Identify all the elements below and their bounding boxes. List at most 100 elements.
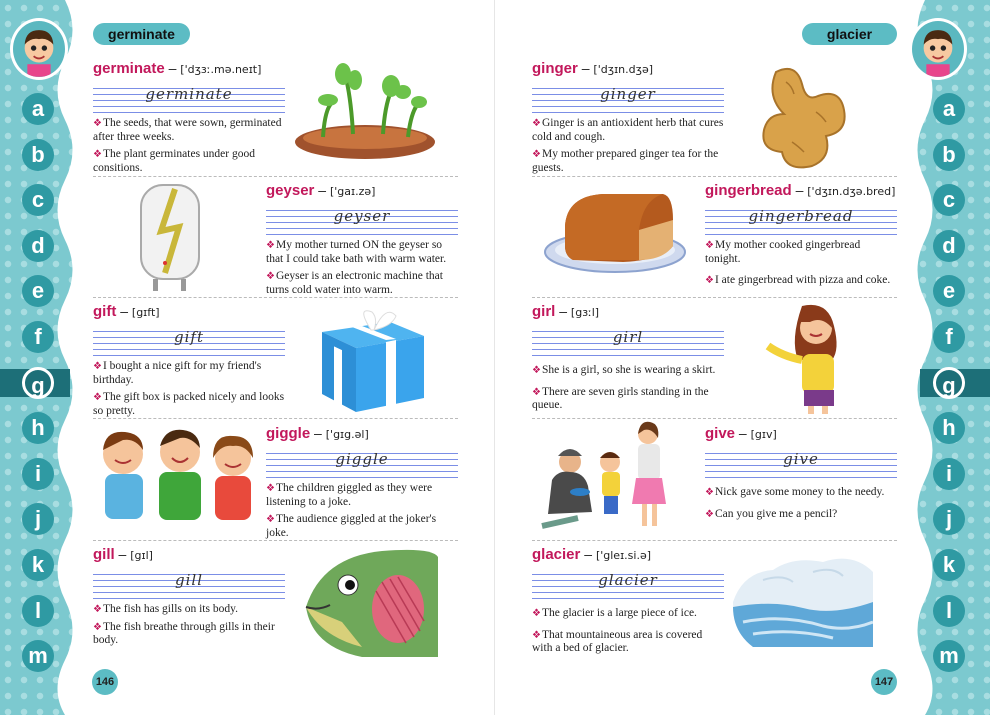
right-letter-tab-i[interactable]: i	[933, 457, 965, 490]
divider	[532, 297, 897, 298]
right-letter-tab-k[interactable]: k	[933, 549, 965, 581]
entry-gift: gift – [gɪft] gift ❖I bought a nice gift…	[93, 303, 285, 417]
left-letter-tab-j[interactable]: j	[22, 503, 54, 536]
left-letter-tab-i[interactable]: i	[22, 457, 54, 490]
geyser-illustration	[135, 181, 205, 296]
handwriting-lines: giggle	[266, 448, 458, 478]
entry-geyser: geyser – ['gaɪ.zə] geyser ❖My mother tur…	[266, 182, 458, 297]
headword: give	[705, 425, 736, 442]
handwriting-lines: glacier	[532, 569, 724, 599]
left-alphabet-strip: abcdefghijklm	[0, 0, 85, 715]
cursive-word: gill	[175, 571, 203, 589]
headword: germinate	[93, 60, 165, 77]
glacier-illustration	[733, 552, 874, 647]
example-sentence: ❖She is a girl, so she is wearing a skir…	[532, 364, 716, 376]
entry-giggle: giggle – ['gɪg.əl] giggle ❖The children …	[266, 425, 458, 540]
giving-illustration	[538, 420, 678, 535]
divider	[532, 418, 897, 419]
example-sentence: ❖That mountaineous area is covered with …	[532, 628, 703, 655]
divider	[93, 540, 458, 541]
example-sentence: ❖The fish breathe through gills in their…	[93, 620, 275, 647]
left-letter-tab-b[interactable]: b	[22, 138, 54, 171]
left-letter-tab-d[interactable]: d	[22, 229, 54, 262]
headword: giggle	[266, 425, 311, 442]
example-sentence: ❖The children giggled as they were liste…	[266, 482, 433, 508]
entry-germinate: germinate – ['dʒɜː.mə.neɪt] germinate ❖T…	[93, 60, 285, 175]
cursive-word: glacier	[598, 571, 658, 589]
pronunciation: [gɜːl]	[570, 306, 600, 319]
cursive-word: gift	[174, 328, 204, 346]
example-sentence: ❖My mother cooked gingerbread tonight.	[705, 239, 861, 265]
right-letter-tab-f[interactable]: f	[933, 321, 965, 353]
pronunciation: ['dʒɜː.mə.neɪt]	[180, 63, 262, 76]
cursive-word: gingerbread	[748, 207, 854, 225]
example-sentence: ❖Nick gave some money to the needy.	[705, 486, 885, 498]
right-letter-tab-d[interactable]: d	[933, 229, 965, 262]
example-sentence: ❖The audience giggled at the joker's jok…	[266, 513, 437, 539]
pronunciation: ['gɪg.əl]	[325, 428, 369, 441]
divider	[532, 540, 897, 541]
entry-give: give – [gɪv] give ❖Nick gave some money …	[705, 425, 897, 521]
example-sentence: ❖Ginger is an antioxident herb that cure…	[532, 117, 724, 143]
right-letter-tab-b[interactable]: b	[933, 138, 965, 171]
example-sentence: ❖I bought a nice gift for my friend's bi…	[93, 360, 262, 386]
pronunciation: [gɪv]	[750, 428, 777, 441]
example-sentence: ❖I ate gingerbread with pizza and coke.	[705, 274, 891, 286]
left-letter-tab-e[interactable]: e	[22, 275, 54, 308]
right-page-tab: glacier	[802, 23, 897, 45]
wave-edge	[905, 0, 933, 715]
right-letter-tab-h[interactable]: h	[933, 412, 965, 445]
right-letter-tab-j[interactable]: j	[933, 503, 965, 536]
cursive-word: give	[783, 450, 819, 468]
example-sentence: ❖The glacier is a large piece of ice.	[532, 607, 697, 619]
cursive-word: geyser	[333, 207, 391, 225]
entry-girl: girl – [gɜːl] girl ❖She is a girl, so sh…	[532, 303, 724, 413]
left-letter-tab-a[interactable]: a	[22, 93, 54, 125]
girl-illustration	[762, 300, 858, 416]
example-sentence: ❖My mother turned ON the geyser so that …	[266, 239, 447, 265]
gift-box-illustration	[316, 302, 430, 414]
pronunciation: [gɪft]	[131, 306, 160, 319]
pronunciation: ['gleɪ.si.ə]	[595, 549, 652, 562]
right-letter-tab-l[interactable]: l	[933, 594, 965, 627]
pronunciation: ['dʒɪn.dʒə.bred]	[807, 185, 896, 198]
left-letter-tab-m[interactable]: m	[22, 640, 54, 673]
page-number: 146	[92, 669, 118, 695]
left-letter-tab-g[interactable]: g	[22, 366, 54, 399]
left-letter-tab-l[interactable]: l	[22, 594, 54, 627]
pronunciation: [gɪl]	[130, 549, 153, 562]
right-letter-tab-a[interactable]: a	[933, 93, 965, 125]
ginger-root-illustration	[756, 62, 852, 172]
handwriting-lines: give	[705, 448, 897, 478]
book-spine	[494, 0, 495, 715]
wave-edge	[57, 0, 85, 715]
fish-gill-illustration	[302, 547, 438, 657]
example-sentence: ❖The fish has gills on its body.	[93, 603, 238, 615]
right-letter-tab-c[interactable]: c	[933, 184, 965, 217]
gingerbread-loaf-illustration	[543, 190, 688, 275]
divider	[532, 176, 897, 177]
cursive-word: ginger	[600, 85, 656, 103]
entry-gill: gill – [gɪl] gill ❖The fish has gills on…	[93, 546, 285, 648]
example-sentence: ❖Can you give me a pencil?	[705, 507, 838, 520]
left-letter-tab-f[interactable]: f	[22, 321, 54, 353]
right-letter-tab-m[interactable]: m	[933, 640, 965, 673]
example-sentence: ❖The plant germinates under good consiti…	[93, 148, 255, 174]
left-letter-tab-c[interactable]: c	[22, 184, 54, 217]
headword: girl	[532, 303, 556, 320]
left-letter-tab-k[interactable]: k	[22, 549, 54, 581]
boy-avatar-icon	[10, 18, 68, 80]
example-sentence: ❖Geyser is an electronic machine that tu…	[266, 270, 443, 296]
example-sentence: ❖There are seven girls standing in the q…	[532, 385, 709, 412]
headword: glacier	[532, 546, 581, 563]
divider	[93, 297, 458, 298]
entry-gingerbread: gingerbread – ['dʒɪn.dʒə.bred] gingerbre…	[705, 182, 897, 286]
handwriting-lines: geyser	[266, 205, 458, 235]
pronunciation: ['dʒɪn.dʒə]	[593, 63, 654, 76]
right-letter-tab-e[interactable]: e	[933, 275, 965, 308]
handwriting-lines: germinate	[93, 83, 285, 113]
cursive-word: giggle	[335, 450, 389, 468]
right-letter-tab-g[interactable]: g	[933, 366, 965, 399]
headword: gingerbread	[705, 182, 792, 199]
left-letter-tab-h[interactable]: h	[22, 412, 54, 445]
